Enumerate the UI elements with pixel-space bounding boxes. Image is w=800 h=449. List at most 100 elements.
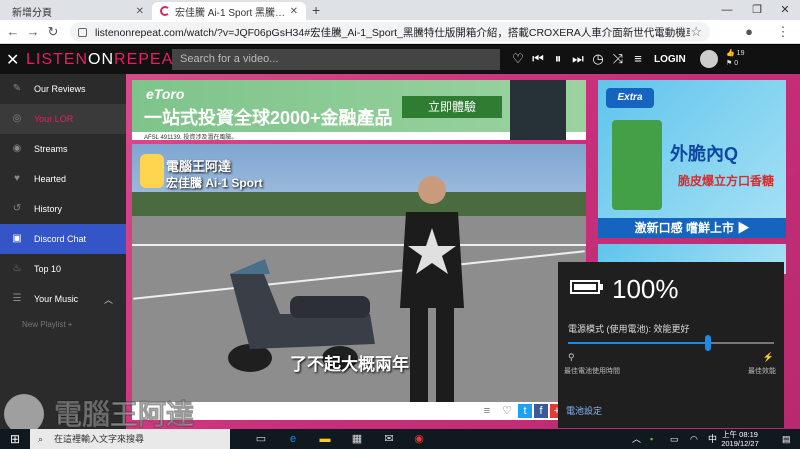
taskbar-search-input[interactable]: ⌕ 在這裡輸入文字來搜尋 [30, 429, 230, 449]
sidebar-item-label: Top 10 [34, 264, 62, 274]
new-playlist-link[interactable]: New Playlist + [22, 320, 72, 329]
video-tools-bar: ≡ ♡ t f + [132, 402, 586, 420]
browser-tab-strip: 新增分頁 ✕ 宏佳騰 Ai-1 Sport 黑騰特仕版開箱介紹 ✕ + — ❐ … [0, 0, 800, 20]
new-tab-button[interactable]: + [312, 2, 320, 18]
best-battery-label: 最佳電池使用時間 [564, 368, 620, 375]
battery-settings-link[interactable]: 電池設定 [566, 404, 602, 417]
facebook-icon[interactable]: f [534, 404, 548, 418]
video-channel-name: 電腦王阿達 [166, 159, 232, 174]
best-performance-label: 最佳效能 [748, 368, 776, 375]
thumbs-icon: 👍 [726, 50, 737, 57]
wifi-icon[interactable]: ◠ [690, 429, 698, 449]
sidebar-item-label: Your Music [34, 294, 79, 304]
video-search-input[interactable] [172, 49, 500, 70]
tray-chevron-icon[interactable]: ︿ [632, 429, 641, 449]
file-explorer-icon[interactable]: ▬ [316, 431, 334, 447]
stat-top: 19 [736, 50, 745, 57]
sidebar-item-discord-chat[interactable]: ▣ Discord Chat [0, 224, 126, 254]
store-icon[interactable]: ▦ [348, 431, 366, 447]
video-player[interactable]: 電腦王阿達 宏佳騰 Ai-1 Sport 了不起大概兩年 [132, 144, 586, 402]
power-mode-slider[interactable] [568, 335, 774, 351]
pause-icon[interactable]: ⏸ [550, 51, 566, 67]
battery-tray-icon[interactable]: ▭ [670, 429, 679, 449]
heart-icon[interactable]: ♡ [500, 404, 514, 418]
chat-icon: ▣ [12, 233, 22, 244]
previous-icon[interactable]: ⏮ [530, 51, 546, 67]
sidebar-item-hearted[interactable]: ♥ Hearted [0, 164, 126, 194]
forward-icon[interactable]: → [24, 23, 42, 41]
battery-percent: 100% [612, 274, 679, 304]
extra-cta-bar[interactable]: 激新口感 嚐鮮上市 ▶ [598, 218, 786, 238]
avatar[interactable] [700, 50, 718, 68]
sidebar-item-your-lor[interactable]: ◎ Your LOR [0, 104, 126, 134]
close-icon[interactable]: ✕ [290, 6, 298, 17]
chevron-up-icon[interactable]: ︿ [104, 293, 113, 306]
sidebar-item-label: Our Reviews [34, 84, 86, 94]
sidebar-item-our-reviews[interactable]: ✎ Our Reviews [0, 74, 126, 104]
taskbar-search-placeholder: 在這裡輸入文字來搜尋 [54, 434, 145, 444]
next-icon[interactable]: ⏭ [570, 51, 586, 67]
sidebar-item-top-10[interactable]: ♨ Top 10 [0, 254, 126, 284]
back-icon[interactable]: ← [4, 23, 22, 41]
menu-dots-icon[interactable]: ⋮ [774, 23, 792, 41]
close-sidebar-icon[interactable]: ✕ [6, 50, 19, 70]
close-icon[interactable]: ✕ [136, 6, 144, 17]
review-icon: ✎ [12, 83, 22, 94]
tab-video[interactable]: 宏佳騰 Ai-1 Sport 黑騰特仕版開箱介紹 ✕ [152, 2, 306, 20]
clock-time: 上午 08:19 [722, 430, 758, 439]
extra-headline: 外脆內Q [670, 144, 739, 164]
close-window-icon[interactable]: ✕ [770, 0, 800, 20]
gum-pack-image [612, 120, 662, 210]
fire-icon: ♨ [12, 263, 22, 274]
address-bar[interactable]: listenonrepeat.com/watch/?v=JQF06pGsH34#… [70, 22, 710, 42]
reload-icon[interactable]: ↻ [44, 23, 62, 41]
sidebar-item-history[interactable]: ↺ History [0, 194, 126, 224]
slider-fill [568, 342, 709, 344]
logo-part-on: ON [88, 51, 115, 68]
stat-bottom: 0 [734, 60, 739, 67]
add-to-playlist-icon[interactable]: ≡ [480, 404, 494, 418]
sidebar-item-label: Streams [34, 144, 68, 154]
taskbar-clock[interactable]: 上午 08:19 2019/12/27 [716, 430, 764, 448]
site-logo[interactable]: LISTENONREPEAT [26, 51, 183, 69]
windows-start-icon[interactable]: ⊞ [0, 429, 30, 449]
extra-subline: 脆皮爆立方口香糖 [678, 174, 775, 188]
minimize-icon[interactable]: — [712, 0, 742, 20]
battery-icon [570, 280, 600, 294]
etoro-logo: eToro [146, 86, 185, 102]
shuffle-icon[interactable]: ⤨ [610, 51, 626, 67]
sidebar-item-label: Discord Chat [34, 234, 87, 244]
video-subtitle: 了不起大概兩年 [290, 355, 409, 374]
playlist-add-icon[interactable]: ≡ [630, 51, 646, 66]
battery-tip [600, 284, 603, 290]
etoro-disclaimer: AFSL 491139. 投資涉及潛在風險。 [144, 135, 238, 141]
etoro-ad-banner[interactable]: eToro 一站式投資全球2000+金融產品 立即體驗 AFSL 491139.… [132, 80, 586, 141]
edge-icon[interactable]: e [284, 431, 302, 447]
login-button[interactable]: LOGIN [654, 54, 686, 65]
chrome-icon[interactable]: ◉ [410, 431, 428, 447]
account-icon[interactable]: ● [740, 23, 758, 41]
slider-thumb[interactable] [705, 335, 712, 351]
power-mode-label: 電源模式 (使用電池): 效能更好 [568, 324, 690, 334]
notification-icon[interactable]: ▤ [782, 429, 791, 449]
mail-icon[interactable]: ✉ [380, 431, 398, 447]
heart-icon[interactable]: ♡ [510, 51, 526, 67]
logo-part-listen: LISTEN [26, 51, 89, 68]
search-icon: ⌕ [38, 434, 44, 444]
windows-taskbar: ⊞ ⌕ 在這裡輸入文字來搜尋 ▭ e ▬ ▦ ✉ ◉ ︿ ▪ ▭ ◠ 中 上午 … [0, 429, 800, 449]
restore-icon[interactable]: ❐ [742, 0, 772, 20]
sidebar-item-label: History [34, 204, 63, 214]
sidebar: ✎ Our Reviews ◎ Your LOR ◉ Streams ♥ Hea… [0, 74, 126, 429]
sidebar-item-streams[interactable]: ◉ Streams [0, 134, 126, 164]
extra-ad[interactable]: Extra 外脆內Q 脆皮爆立方口香糖 激新口感 嚐鮮上市 ▶ [598, 80, 786, 238]
sidebar-item-your-music[interactable]: ☰ Your Music ︿ [0, 284, 126, 314]
etoro-cta-button[interactable]: 立即體驗 [402, 96, 502, 118]
bookmark-star-icon[interactable]: ☆ [690, 24, 702, 40]
twitter-icon[interactable]: t [518, 404, 532, 418]
timer-icon[interactable]: ◷ [590, 51, 606, 67]
tray-app-icon[interactable]: ▪ [650, 429, 653, 449]
task-view-icon[interactable]: ▭ [252, 431, 270, 447]
tab-new-tab[interactable]: 新增分頁 ✕ [4, 2, 152, 20]
heart-icon: ♥ [14, 173, 20, 184]
url-text: listenonrepeat.com/watch/?v=JQF06pGsH34#… [95, 26, 691, 39]
